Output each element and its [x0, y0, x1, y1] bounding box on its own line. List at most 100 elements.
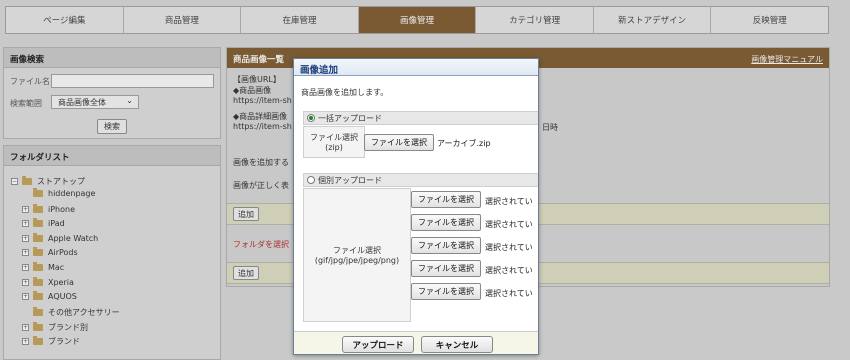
folder-icon [22, 176, 32, 185]
detail-image-url: https://item-sh [233, 122, 292, 131]
tree-item-label: Xperia [48, 278, 74, 287]
folder-icon [33, 291, 43, 300]
cancel-button[interactable]: キャンセル [421, 336, 493, 353]
add-button-2[interactable]: 追加 [233, 266, 259, 280]
collapse-icon[interactable]: − [11, 178, 18, 185]
image-manual-link[interactable]: 画像管理マニュアル [751, 54, 823, 65]
tree-item[interactable]: + iPhone [22, 204, 76, 214]
add-button[interactable]: 追加 [233, 207, 259, 221]
bulk-upload-option[interactable]: 一括アップロード [303, 111, 538, 125]
tree-item-label: その他アクセサリー [48, 308, 120, 317]
folder-icon [33, 204, 43, 213]
tree-item-label: hiddenpage [48, 189, 96, 198]
chevron-down-icon: ⌄ [126, 96, 133, 105]
expand-icon[interactable]: + [22, 279, 29, 286]
expand-icon[interactable]: + [22, 264, 29, 271]
tree-item-label: ブランド別 [48, 323, 88, 332]
folder-list-panel: フォルダリスト − ストアトップ hiddenpage + iPhone + i… [3, 145, 221, 360]
bulk-file-label: ファイル選択 (zip) [303, 126, 365, 158]
bulk-upload-label: 一括アップロード [318, 113, 382, 123]
folder-icon [33, 307, 43, 316]
dialog-description: 商品画像を追加します。 [301, 88, 389, 97]
bulk-file-name: アーカイブ.zip [437, 139, 491, 148]
individual-file-label: ファイル選択 (gif/jpg/jpe/jpeg/png) [303, 188, 411, 322]
bulk-file-button[interactable]: ファイルを選択 [364, 134, 434, 151]
tree-item-label: iPhone [48, 205, 76, 214]
tree-item[interactable]: + Mac [22, 262, 64, 272]
dialog-body: 商品画像を追加します。 一括アップロード ファイル選択 (zip) ファイルを選… [294, 76, 538, 331]
individual-file-button-2[interactable]: ファイルを選択 [411, 214, 481, 231]
range-label: 検索範囲 [10, 99, 42, 108]
radio-unselected-icon[interactable] [307, 176, 315, 184]
tree-item[interactable]: + AirPods [22, 247, 78, 257]
individual-file-button-3[interactable]: ファイルを選択 [411, 237, 481, 254]
nav-image[interactable]: 画像管理 [358, 7, 477, 33]
not-selected-text-5: 選択されてい [485, 289, 533, 298]
nav-category[interactable]: カテゴリ管理 [476, 7, 594, 33]
image-search-title: 画像検索 [4, 48, 220, 68]
folder-icon [33, 218, 43, 227]
expand-icon[interactable]: + [22, 338, 29, 345]
range-select-value: 商品画像全体 [58, 98, 106, 107]
not-selected-text-4: 選択されてい [485, 266, 533, 275]
tree-item-label: AirPods [48, 248, 78, 257]
image-search-panel: 画像検索 ファイル名 検索範囲 商品画像全体 ⌄ 検索 [3, 47, 221, 139]
nav-store-design[interactable]: 新ストアデザイン [594, 7, 712, 33]
tree-item[interactable]: + AQUOS [22, 291, 77, 301]
nav-page-edit[interactable]: ページ編集 [6, 7, 124, 33]
tree-item[interactable]: hiddenpage [33, 188, 96, 198]
nav-stock[interactable]: 在庫管理 [241, 7, 359, 33]
filename-label: ファイル名 [10, 77, 50, 86]
tree-item-label: Apple Watch [48, 234, 99, 243]
individual-upload-option[interactable]: 個別アップロード [303, 173, 538, 187]
tree-item-label: AQUOS [48, 292, 77, 301]
folder-icon [33, 336, 43, 345]
nav-publish[interactable]: 反映管理 [711, 7, 828, 33]
url-heading: 【画像URL】 [233, 75, 281, 84]
individual-file-button-5[interactable]: ファイルを選択 [411, 283, 481, 300]
folder-icon [33, 277, 43, 286]
tree-item[interactable]: + Xperia [22, 277, 74, 287]
individual-file-button-1[interactable]: ファイルを選択 [411, 191, 481, 208]
detail-image-label: ◆商品詳細画像 [233, 112, 288, 121]
tree-item[interactable]: その他アクセサリー [33, 307, 120, 318]
correct-note: 画像が正しく表 [233, 181, 289, 190]
expand-icon[interactable]: + [22, 249, 29, 256]
folder-icon [33, 322, 43, 331]
filename-input[interactable] [51, 74, 214, 88]
expand-icon[interactable]: + [22, 220, 29, 227]
individual-file-button-4[interactable]: ファイルを選択 [411, 260, 481, 277]
expand-icon[interactable]: + [22, 293, 29, 300]
folder-list-title: フォルダリスト [4, 146, 220, 166]
radio-selected-icon[interactable] [307, 114, 315, 122]
nav-product[interactable]: 商品管理 [124, 7, 242, 33]
add-note: 画像を追加する [233, 158, 289, 167]
tree-item[interactable]: + iPad [22, 218, 65, 228]
upload-button[interactable]: アップロード [342, 336, 414, 353]
folder-warning: フォルダを選択 [233, 240, 289, 249]
folder-icon [33, 233, 43, 242]
folder-icon [33, 262, 43, 271]
tree-root-label: ストアトップ [37, 177, 85, 186]
tree-item[interactable]: + ブランド [22, 336, 80, 347]
tree-item-label: iPad [48, 219, 65, 228]
tree-item[interactable]: + ブランド別 [22, 322, 88, 333]
expand-icon[interactable]: + [22, 324, 29, 331]
expand-icon[interactable]: + [22, 235, 29, 242]
folder-icon [33, 247, 43, 256]
dialog-footer: アップロード キャンセル [294, 331, 538, 354]
individual-upload-label: 個別アップロード [318, 175, 382, 185]
tree-root[interactable]: − ストアトップ [11, 176, 85, 187]
not-selected-text-3: 選択されてい [485, 243, 533, 252]
image-add-dialog: 画像追加 商品画像を追加します。 一括アップロード ファイル選択 (zip) フ… [293, 58, 539, 355]
tree-item[interactable]: + Apple Watch [22, 233, 99, 243]
not-selected-text-2: 選択されてい [485, 220, 533, 229]
range-select[interactable]: 商品画像全体 ⌄ [51, 95, 139, 109]
expand-icon[interactable]: + [22, 206, 29, 213]
tree-item-label: ブランド [48, 337, 80, 346]
top-nav: ページ編集 商品管理 在庫管理 画像管理 カテゴリ管理 新ストアデザイン 反映管… [5, 6, 829, 34]
search-button[interactable]: 検索 [97, 119, 127, 134]
dialog-title: 画像追加 [294, 59, 538, 76]
product-image-url: https://item-sh [233, 96, 292, 105]
not-selected-text-1: 選択されてい [485, 197, 533, 206]
